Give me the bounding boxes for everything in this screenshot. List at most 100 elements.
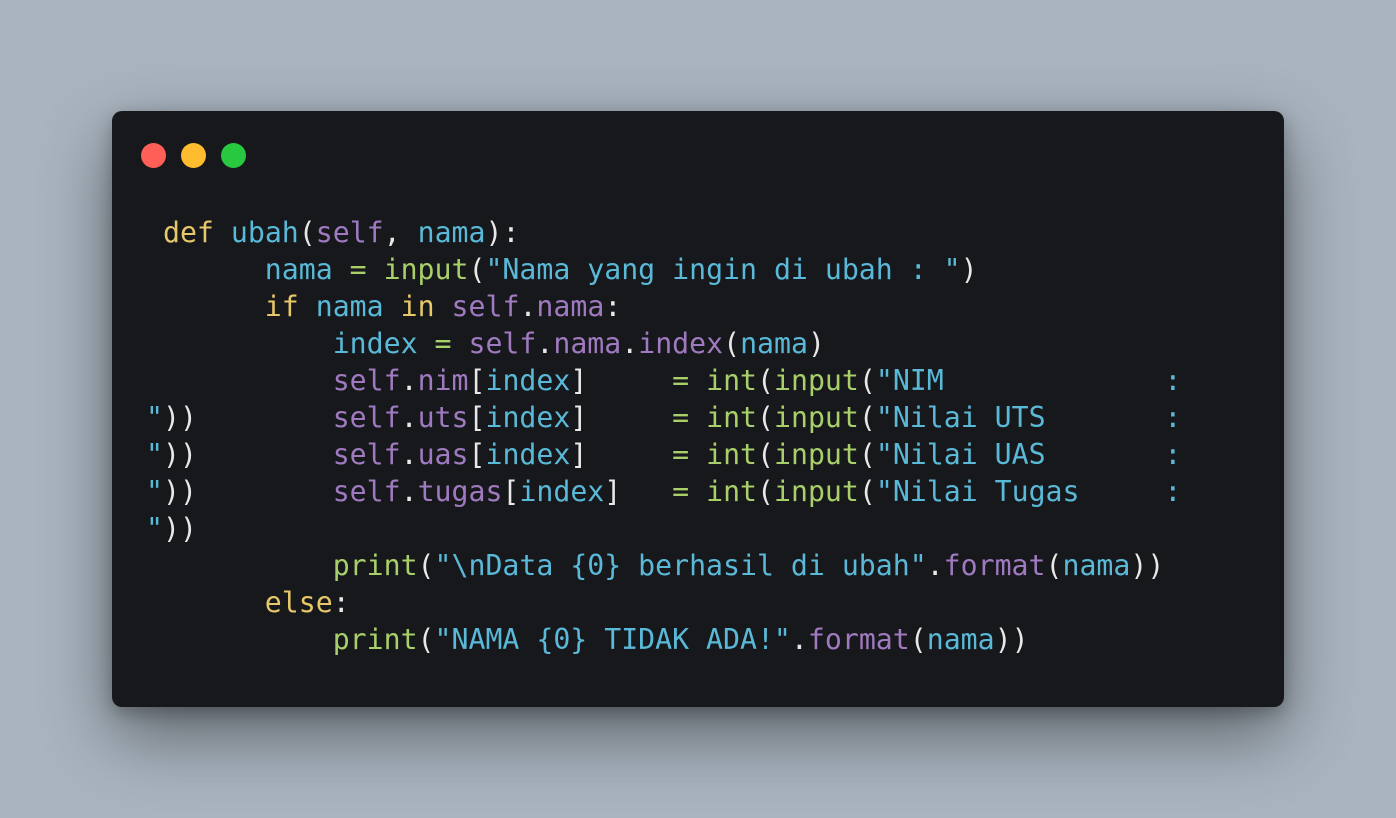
code-token: )): [162, 512, 197, 545]
code-token: (: [757, 401, 775, 434]
code-token: ): [807, 327, 825, 360]
close-button[interactable]: [141, 143, 166, 168]
code-token: =: [417, 327, 469, 360]
code-token: )): [162, 401, 333, 434]
code-token: (: [468, 253, 486, 286]
code-token: (: [858, 475, 876, 508]
code-token: =: [621, 475, 707, 508]
code-token: )): [994, 623, 1029, 656]
code-token: )): [1130, 549, 1165, 582]
code-token: index: [485, 438, 571, 471]
code-token: print: [332, 549, 418, 582]
code-token: (: [909, 623, 927, 656]
code-token: nama: [1062, 549, 1131, 582]
code-token: nama: [553, 327, 622, 360]
code-token: :: [604, 290, 622, 323]
code-token: ]: [604, 475, 622, 508]
code-token: ]: [570, 401, 588, 434]
code-token: "\nData {0} berhasil di ubah": [434, 549, 927, 582]
code-token: nim: [417, 364, 469, 397]
code-token: else: [264, 586, 333, 619]
code-token: (: [757, 438, 775, 471]
code-token: (: [858, 438, 876, 471]
code-token: uts: [417, 401, 469, 434]
code-token: input: [383, 253, 469, 286]
code-token: nama: [315, 290, 384, 323]
code-token: def: [146, 216, 214, 249]
code-token: int: [706, 401, 758, 434]
code-token: .: [400, 475, 418, 508]
code-token: int: [706, 438, 758, 471]
code-token: nama: [264, 253, 333, 286]
code-line: def ubah(self, nama):: [146, 214, 1181, 251]
code-token: (: [298, 216, 316, 249]
code-token: (: [858, 401, 876, 434]
code-line: if nama in self.nama:: [146, 288, 1181, 325]
code-token: int: [706, 475, 758, 508]
code-token: self: [468, 327, 537, 360]
code-token: (: [757, 475, 775, 508]
code-token: (: [757, 364, 775, 397]
code-token: "Nilai UTS :: [875, 401, 1182, 434]
code-token: ": [146, 475, 163, 508]
code-token: .: [400, 438, 418, 471]
code-token: self: [451, 290, 520, 323]
code-token: =: [587, 364, 707, 397]
code-token: ": [146, 401, 163, 434]
code-token: ubah: [230, 216, 299, 249]
code-token: .: [790, 623, 808, 656]
code-token: )): [162, 438, 333, 471]
code-token: ": [146, 438, 163, 471]
code-token: =: [587, 401, 707, 434]
code-block[interactable]: def ubah(self, nama): nama = input("Nama…: [146, 214, 1181, 658]
code-token: "NIM :: [875, 364, 1182, 397]
code-token: (: [417, 549, 435, 582]
code-token: self: [332, 364, 401, 397]
code-token: self: [315, 216, 384, 249]
code-line: else:: [146, 584, 1181, 621]
code-token: =: [587, 438, 707, 471]
code-token: .: [621, 327, 639, 360]
maximize-button[interactable]: [221, 143, 246, 168]
code-token: format: [943, 549, 1046, 582]
code-token: (: [858, 364, 876, 397]
code-token: nama: [536, 290, 605, 323]
code-token: if: [264, 290, 299, 323]
code-line: nama = input("Nama yang ingin di ubah : …: [146, 251, 1181, 288]
code-token: (: [417, 623, 435, 656]
code-token: in: [400, 290, 435, 323]
code-line: print("\nData {0} berhasil di ubah".form…: [146, 547, 1181, 584]
code-token: .: [400, 401, 418, 434]
code-token: self: [332, 401, 401, 434]
code-line: ")) self.uts[index] = int(input("Nilai U…: [146, 399, 1181, 436]
code-token: .: [926, 549, 944, 582]
code-token: ": [146, 512, 163, 545]
minimize-button[interactable]: [181, 143, 206, 168]
code-token: ]: [570, 438, 588, 471]
code-token: tugas: [417, 475, 503, 508]
code-token: ]: [570, 364, 588, 397]
code-token: "Nilai Tugas :: [875, 475, 1182, 508]
code-token: [: [468, 438, 486, 471]
code-token: [: [468, 401, 486, 434]
code-token: format: [807, 623, 910, 656]
code-token: print: [332, 623, 418, 656]
code-token: .: [400, 364, 418, 397]
code-token: (: [723, 327, 741, 360]
code-token: index: [485, 401, 571, 434]
code-token: input: [774, 438, 859, 471]
code-line: ")) self.tugas[index] = int(input("Nilai…: [146, 473, 1181, 510]
code-line: ")) self.uas[index] = int(input("Nilai U…: [146, 436, 1181, 473]
code-token: index: [332, 327, 418, 360]
code-token: ): [960, 253, 978, 286]
